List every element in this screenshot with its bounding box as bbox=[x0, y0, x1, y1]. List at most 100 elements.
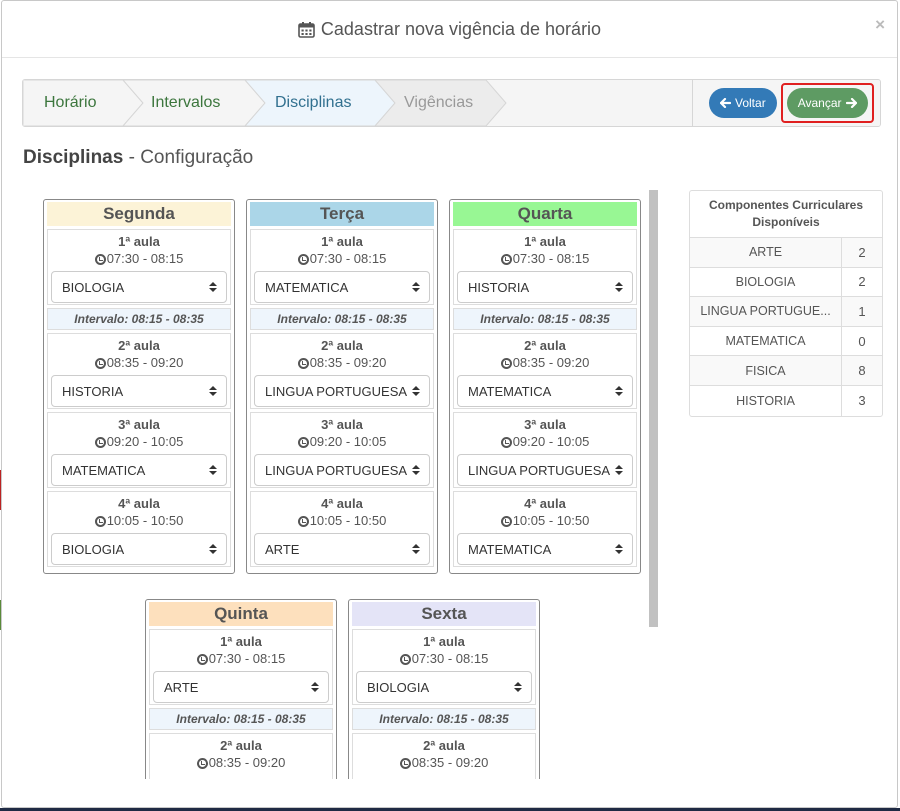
avancar-label: Avançar bbox=[797, 96, 842, 110]
select-arrows-icon bbox=[209, 465, 217, 475]
clock-icon bbox=[297, 253, 309, 265]
aula-number: 1ª aula bbox=[118, 234, 160, 249]
componente-row: BIOLOGIA 2 bbox=[690, 267, 882, 298]
modal-title-text: Cadastrar nova vigência de horário bbox=[320, 18, 602, 39]
select-arrows-icon bbox=[615, 282, 623, 292]
avancar-button[interactable]: Avançar bbox=[786, 88, 868, 118]
clock-icon bbox=[500, 515, 512, 527]
subject-select[interactable]: LINGUA PORTUGUESA bbox=[457, 454, 633, 486]
subject-select[interactable]: ARTE bbox=[254, 533, 430, 565]
componente-name: MATEMATICA bbox=[690, 326, 842, 356]
section-heading: Disciplinas - Configuração bbox=[23, 147, 253, 169]
aula-time: 07:30 - 08:15 bbox=[353, 650, 535, 668]
intervalo-row: Intervalo: 08:15 - 08:35 bbox=[47, 308, 231, 330]
aula-number: 4ª aula bbox=[321, 496, 363, 511]
subject-select[interactable]: MATEMATICA bbox=[457, 375, 633, 407]
aula-number: 3ª aula bbox=[321, 417, 363, 432]
schedule-scroll-area[interactable]: Segunda 1ª aula 07:30 - 08:15 BIOLOGIA Inter… bbox=[23, 189, 663, 779]
clock-icon bbox=[94, 515, 106, 527]
aula-time: 07:30 - 08:15 bbox=[454, 250, 636, 268]
select-arrows-icon bbox=[209, 544, 217, 554]
componentes-title: Componentes Curriculares Disponíveis bbox=[690, 191, 882, 238]
wizard-step-intervalos[interactable]: Intervalos bbox=[151, 80, 220, 126]
componente-name: LINGUA PORTUGUE... bbox=[690, 297, 842, 326]
subject-select[interactable]: ARTE bbox=[153, 671, 329, 703]
calendar-icon bbox=[298, 21, 315, 38]
aula-time-text: 07:30 - 08:15 bbox=[309, 251, 387, 266]
aula-number: 4ª aula bbox=[118, 496, 160, 511]
subject-select[interactable]: LINGUA PORTUGUESA bbox=[254, 375, 430, 407]
subject-select[interactable]: MATEMATICA bbox=[51, 454, 227, 486]
aula-time: 08:35 - 09:20 bbox=[353, 754, 535, 772]
wizard-steps: Horário Intervalos Disciplinas Vigências… bbox=[22, 79, 881, 127]
componente-row: MATEMATICA 0 bbox=[690, 326, 882, 357]
aula-number: 2ª aula bbox=[524, 338, 566, 353]
aula-slot: 2ª aula 08:35 - 09:20 LINGUA PORTUGUESA bbox=[250, 333, 434, 409]
componente-name: HISTORIA bbox=[690, 385, 842, 416]
subject-select-value: BIOLOGIA bbox=[367, 679, 430, 695]
componente-row: FISICA 8 bbox=[690, 356, 882, 386]
aula-time-text: 07:30 - 08:15 bbox=[106, 251, 184, 266]
close-button[interactable]: × bbox=[875, 15, 885, 35]
componente-name: FISICA bbox=[690, 356, 842, 385]
subject-select[interactable]: MATEMATICA bbox=[254, 271, 430, 303]
aula-number: 1ª aula bbox=[423, 634, 465, 649]
componente-count: 0 bbox=[858, 333, 866, 349]
voltar-button[interactable]: Voltar bbox=[709, 88, 777, 118]
select-arrows-icon bbox=[615, 465, 623, 475]
componente-row: LINGUA PORTUGUE... 1 bbox=[690, 297, 882, 327]
intervalo-row: Intervalo: 08:15 - 08:35 bbox=[250, 308, 434, 330]
aula-number: 4ª aula bbox=[524, 496, 566, 511]
step-label: Intervalos bbox=[151, 94, 221, 111]
clock-icon bbox=[399, 653, 411, 665]
subject-select-value: MATEMATICA bbox=[468, 383, 552, 399]
wizard-step-disciplinas[interactable]: Disciplinas bbox=[275, 80, 351, 126]
subject-select[interactable]: MATEMATICA bbox=[457, 533, 633, 565]
wizard-actions: Voltar Avançar bbox=[692, 80, 880, 126]
componente-count: 2 bbox=[858, 274, 866, 290]
day-column-sexta: Sexta 1ª aula 07:30 - 08:15 BIOLOGIA Interva… bbox=[348, 599, 540, 779]
day-title: Sexta bbox=[352, 602, 536, 626]
componente-count: 8 bbox=[858, 363, 866, 379]
select-arrows-icon bbox=[615, 386, 623, 396]
wizard-step-horario[interactable]: Horário bbox=[44, 80, 96, 126]
select-arrows-icon bbox=[209, 386, 217, 396]
step-label: Vigências bbox=[404, 94, 474, 111]
avancar-highlight: Avançar bbox=[780, 83, 874, 123]
intervalo-row: Intervalo: 08:15 - 08:35 bbox=[149, 708, 333, 730]
voltar-label: Voltar bbox=[735, 96, 766, 110]
componente-row: ARTE 2 bbox=[690, 238, 882, 268]
subject-select[interactable]: BIOLOGIA bbox=[51, 533, 227, 565]
subject-select[interactable]: HISTORIA bbox=[457, 271, 633, 303]
clock-icon bbox=[500, 436, 512, 448]
aula-time: 10:05 - 10:50 bbox=[251, 512, 433, 530]
aula-time-text: 07:30 - 08:15 bbox=[411, 651, 489, 666]
aula-time: 10:05 - 10:50 bbox=[454, 512, 636, 530]
select-arrows-icon bbox=[412, 282, 420, 292]
aula-slot: 3ª aula 09:20 - 10:05 LINGUA PORTUGUESA bbox=[453, 412, 637, 488]
day-column-quinta: Quinta 1ª aula 07:30 - 08:15 ARTE Intervalo:… bbox=[145, 599, 337, 779]
subject-select[interactable]: HISTORIA bbox=[51, 375, 227, 407]
aula-time-text: 10:05 - 10:50 bbox=[106, 513, 184, 528]
modal-dialog: Cadastrar nova vigência de horário × Hor… bbox=[1, 0, 898, 808]
step-label: Horário bbox=[44, 94, 97, 111]
subject-select[interactable]: BIOLOGIA bbox=[51, 271, 227, 303]
subject-select-value: BIOLOGIA bbox=[62, 279, 125, 295]
aula-slot: 1ª aula 07:30 - 08:15 BIOLOGIA bbox=[47, 229, 231, 305]
select-arrows-icon bbox=[412, 386, 420, 396]
aula-slot: 3ª aula 09:20 - 10:05 MATEMATICA bbox=[47, 412, 231, 488]
wizard-step-vigencias[interactable]: Vigências bbox=[404, 80, 473, 126]
componente-name: ARTE bbox=[690, 238, 842, 267]
scrollbar-thumb[interactable] bbox=[649, 190, 658, 627]
intervalo-row: Intervalo: 08:15 - 08:35 bbox=[453, 308, 637, 330]
subject-select[interactable]: BIOLOGIA bbox=[356, 671, 532, 703]
aula-time: 08:35 - 09:20 bbox=[251, 354, 433, 372]
clock-icon bbox=[399, 757, 411, 769]
aula-number: 1ª aula bbox=[220, 634, 262, 649]
select-arrows-icon bbox=[412, 465, 420, 475]
aula-time-text: 08:35 - 09:20 bbox=[106, 355, 184, 370]
subject-select[interactable]: LINGUA PORTUGUESA bbox=[254, 454, 430, 486]
aula-time-text: 08:35 - 09:20 bbox=[208, 755, 286, 770]
select-arrows-icon bbox=[209, 282, 217, 292]
aula-slot: 4ª aula 10:05 - 10:50 BIOLOGIA bbox=[47, 491, 231, 567]
